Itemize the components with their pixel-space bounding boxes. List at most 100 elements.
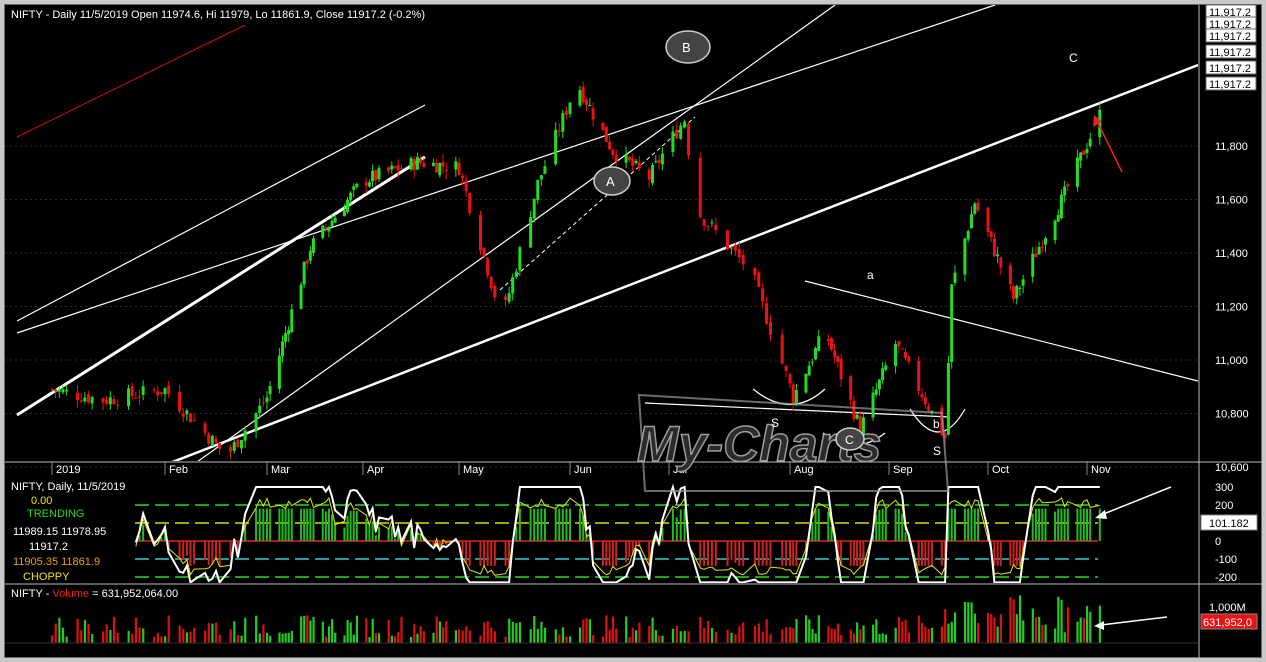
candle	[116, 399, 120, 411]
month-tick-label: Feb	[169, 464, 188, 476]
candle	[214, 435, 218, 444]
candle	[156, 385, 160, 402]
candle	[627, 156, 631, 163]
candle	[1079, 152, 1083, 169]
candle	[830, 336, 834, 352]
osc-value-box: 101.182	[1200, 514, 1258, 531]
candle	[486, 257, 490, 279]
svg-text:C: C	[845, 433, 854, 447]
candle	[130, 382, 134, 400]
candle	[608, 136, 612, 151]
candle	[634, 159, 638, 165]
candle	[714, 217, 718, 235]
candle	[897, 340, 901, 354]
candle	[581, 81, 585, 105]
month-tick-label: Mar	[271, 464, 290, 476]
candle	[321, 224, 325, 240]
svg-text:A: A	[606, 174, 615, 189]
volume-header-value: = 631,952,064.00	[89, 588, 178, 600]
stock-chart[interactable]: 10,600 10,800 11,000 11,200 11,400 11,600 11,8…	[5, 5, 1263, 659]
month-tick-label: Nov	[1091, 464, 1111, 476]
candle	[83, 392, 87, 404]
candle	[108, 391, 112, 410]
candle	[134, 391, 138, 400]
candle	[393, 165, 397, 170]
candle	[478, 210, 482, 256]
candle	[454, 156, 458, 177]
candle	[86, 390, 90, 405]
candle	[702, 218, 706, 231]
candle	[568, 102, 572, 118]
candle	[794, 383, 798, 407]
candle	[683, 119, 687, 129]
candle	[1075, 149, 1079, 192]
arrow-volume	[1094, 616, 1168, 630]
candle	[1012, 284, 1016, 303]
candle	[631, 153, 635, 173]
candle	[54, 388, 58, 399]
osc-axis-tick: 0	[1215, 536, 1221, 548]
candle	[839, 353, 843, 387]
candle	[877, 378, 881, 396]
oscillator	[134, 483, 1101, 583]
candle	[287, 325, 291, 343]
candle	[112, 395, 116, 405]
candle	[374, 169, 378, 186]
candle	[189, 412, 192, 423]
osc-choppy-label: CHOPPY	[23, 571, 70, 583]
candle	[539, 174, 543, 186]
candle	[660, 147, 664, 171]
candle	[305, 258, 309, 270]
candle	[706, 225, 710, 231]
candle	[923, 391, 927, 409]
price-axis-tick: 11,800	[1215, 141, 1248, 153]
candle	[390, 161, 394, 174]
month-tick-label: Sep	[893, 464, 913, 476]
candle	[900, 347, 904, 350]
candle	[917, 356, 921, 395]
price-axis-tick: 11,000	[1215, 355, 1248, 367]
candle	[258, 398, 262, 419]
candle	[254, 412, 258, 439]
candle	[963, 237, 967, 282]
volume-value-box: 631,952,0	[1200, 613, 1258, 630]
candle	[753, 267, 757, 281]
candle	[419, 155, 423, 166]
candle	[518, 245, 522, 277]
candle	[989, 231, 993, 242]
candle	[355, 183, 359, 189]
candle	[791, 381, 795, 411]
candle	[946, 355, 950, 436]
candle	[920, 387, 924, 402]
candle	[163, 387, 167, 403]
candle	[210, 434, 214, 447]
candle	[588, 98, 592, 107]
candle	[591, 102, 595, 127]
price-value-box-label: 11,917.2	[1209, 31, 1251, 43]
wave-label-b: b	[933, 417, 940, 431]
candle	[1085, 142, 1089, 159]
candle	[76, 385, 80, 408]
candle	[624, 146, 628, 168]
svg-text:101.182: 101.182	[1209, 518, 1249, 530]
candle	[229, 444, 233, 460]
price-value-box-label: 11,917.2	[1209, 79, 1251, 91]
candle	[986, 206, 990, 238]
candle	[1021, 274, 1025, 294]
candle	[807, 360, 811, 376]
candle	[203, 421, 207, 437]
month-tick-label: May	[463, 464, 484, 476]
svg-text:631,952,0: 631,952,0	[1203, 617, 1252, 629]
candle	[438, 162, 442, 178]
candle	[514, 268, 518, 279]
price-value-boxes: 11,917.211,917.211,917.211,917.211,917.2…	[1205, 5, 1257, 91]
osc-row3-label: 11905.35 11861.9	[13, 556, 100, 568]
candle	[973, 201, 977, 216]
candle	[192, 413, 196, 422]
candle	[1043, 236, 1047, 252]
candle	[564, 106, 568, 120]
candle	[489, 276, 493, 292]
candle	[761, 283, 765, 309]
candles	[50, 81, 1102, 460]
candle	[468, 192, 472, 216]
